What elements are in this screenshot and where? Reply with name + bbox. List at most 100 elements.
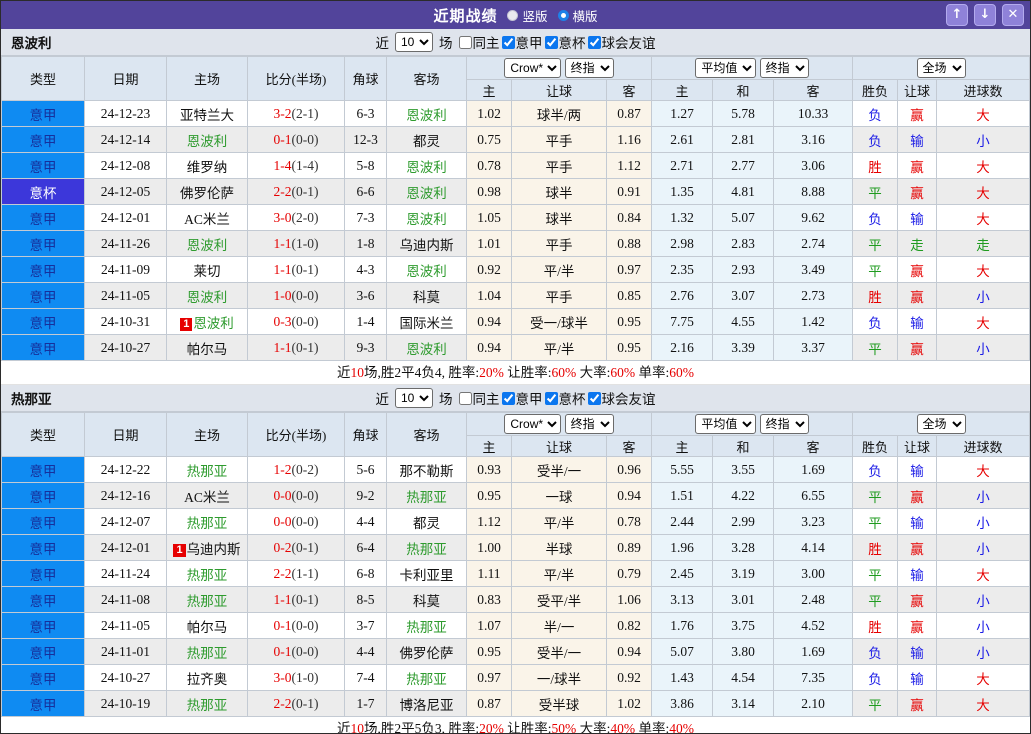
- rounds-select[interactable]: 10: [395, 32, 433, 52]
- sub-header-avg-home: 主: [651, 435, 713, 457]
- filter-checkbox-item[interactable]: 球会友谊: [587, 32, 656, 52]
- view-option-label: 横版: [572, 9, 598, 24]
- cell-competition: 意甲: [1, 586, 85, 613]
- cell-odds-home: 0.78: [466, 152, 512, 179]
- cell-odds-handicap: 平手: [511, 282, 607, 309]
- cell-result-goals: 小: [936, 334, 1030, 361]
- move-down-button[interactable]: ↓: [974, 4, 996, 26]
- rounds-select[interactable]: 10: [395, 388, 433, 408]
- cell-odds-home: 1.02: [466, 100, 512, 127]
- radio-unselected-icon[interactable]: [507, 9, 519, 21]
- filter-checkbox[interactable]: [458, 391, 472, 405]
- filter-checkbox-item[interactable]: 意杯: [544, 32, 586, 52]
- filter-checkbox-item[interactable]: 意甲: [501, 32, 543, 52]
- team-name-text: 热那亚: [186, 515, 228, 531]
- cell-result-goals: 大: [936, 308, 1030, 335]
- filter-bar: 近 10 场 同主 意甲 意杯 球会友谊: [376, 388, 656, 408]
- cell-score: 2-2(1-1): [247, 560, 345, 587]
- team-name-text: 热那亚: [186, 593, 228, 609]
- cell-away-team: 恩波利: [386, 152, 467, 179]
- filter-checkbox-item[interactable]: 同主: [458, 32, 500, 52]
- cell-competition: 意甲: [1, 256, 85, 283]
- average-select[interactable]: 平均值: [695, 414, 757, 434]
- filter-checkbox[interactable]: [501, 391, 515, 405]
- cell-odds-handicap: 球半: [511, 178, 607, 205]
- team-name-text: 热那亚: [406, 671, 447, 687]
- filter-checkbox[interactable]: [501, 35, 515, 49]
- cell-date: 24-11-01: [84, 638, 167, 665]
- filter-checkbox[interactable]: [458, 35, 472, 49]
- cell-home-team: 维罗纳: [166, 152, 248, 179]
- cell-corners: 9-3: [344, 334, 387, 361]
- sub-header-handicap-result: 让球: [897, 79, 938, 101]
- filter-checkbox-item[interactable]: 意杯: [544, 388, 586, 408]
- summary-segment: 20%: [479, 365, 504, 380]
- cell-odds-handicap: 平/半: [511, 560, 607, 587]
- cell-result-handicap: 赢: [897, 282, 938, 309]
- cell-date: 24-10-27: [84, 664, 167, 691]
- final-index-select[interactable]: 终指: [564, 414, 614, 434]
- filter-checkbox[interactable]: [587, 391, 601, 405]
- team-name-text: 都灵: [413, 133, 440, 149]
- matches-table: 类型 日期 主场 比分(半场) 角球 客场 Crow* 终指 平均值 终指 全场…: [1, 412, 1030, 717]
- cell-odds-handicap: 一/球半: [511, 664, 607, 691]
- average-select[interactable]: 平均值: [695, 58, 757, 78]
- cell-competition: 意甲: [1, 508, 85, 535]
- cell-result-handicap: 赢: [897, 100, 938, 127]
- summary-segment: 60%: [610, 365, 636, 380]
- team-section: 恩波利 近 10 场 同主 意甲 意杯 球会友谊 类型 日期 主场 比分(半场)…: [1, 29, 1030, 385]
- cell-odds-home: 0.93: [466, 456, 512, 483]
- team-name-text: 恩波利: [406, 107, 447, 123]
- cell-result-outcome: 平: [852, 560, 899, 587]
- filter-checkbox-item[interactable]: 球会友谊: [587, 388, 656, 408]
- bookmaker-select[interactable]: Crow*: [504, 58, 562, 78]
- cell-competition: 意甲: [1, 482, 85, 509]
- cell-score: 3-0(1-0): [247, 664, 345, 691]
- cell-avg-draw: 5.07: [712, 204, 774, 231]
- cell-corners: 8-5: [344, 586, 387, 613]
- cell-avg-away: 10.33: [772, 100, 854, 127]
- cell-home-team: 恩波利: [166, 126, 248, 153]
- final-index-select[interactable]: 终指: [564, 58, 614, 78]
- cell-avg-draw: 4.81: [712, 178, 774, 205]
- summary-segment: 20%: [479, 721, 504, 734]
- bookmaker-select[interactable]: Crow*: [504, 414, 562, 434]
- filter-checkbox-item[interactable]: 同主: [458, 388, 500, 408]
- view-option-horizontal[interactable]: 横版: [557, 6, 598, 25]
- cell-competition: 意甲: [1, 690, 85, 717]
- cell-result-goals: 大: [936, 204, 1030, 231]
- sub-header-outcome: 胜负: [852, 435, 899, 457]
- filter-checkbox-item[interactable]: 意甲: [501, 388, 543, 408]
- cell-avg-away: 2.48: [772, 586, 854, 613]
- cell-avg-home: 3.13: [651, 586, 713, 613]
- sub-header-avg-draw: 和: [712, 435, 774, 457]
- cell-avg-home: 1.32: [651, 204, 713, 231]
- full-match-select[interactable]: 全场: [916, 414, 966, 434]
- team-name-text: 帕尔马: [186, 619, 228, 635]
- table-row: 意杯 24-12-05 佛罗伦萨 2-2(0-1) 6-6 恩波利 0.98 球半 0.91 1.…: [1, 178, 1030, 205]
- cell-home-team: 恩波利: [166, 282, 248, 309]
- cell-result-handicap: 输: [897, 508, 938, 535]
- fulltime-score: 0-3: [273, 313, 292, 329]
- cell-away-team: 恩波利: [386, 334, 467, 361]
- table-row: 意甲 24-12-01 1 乌迪内斯 0-2(0-1) 6-4 热那亚 1.00 半球 0.89 1…: [1, 534, 1030, 561]
- fulltime-score: 0-2: [273, 539, 292, 555]
- cell-date: 24-11-26: [84, 230, 167, 257]
- recent-results-window: 近期战绩 竖版 横版 ↑ ↓ ✕ 恩波利 近 10 场 同主 意甲 意杯 球会友…: [0, 0, 1031, 734]
- filter-checkbox[interactable]: [544, 391, 558, 405]
- final-index-select[interactable]: 终指: [759, 58, 809, 78]
- view-option-vertical[interactable]: 竖版: [507, 6, 548, 25]
- radio-selected-icon[interactable]: [557, 9, 569, 21]
- cell-score: 1-1(1-0): [247, 230, 345, 257]
- filter-checkbox[interactable]: [587, 35, 601, 49]
- cell-score: 1-1(0-1): [247, 586, 345, 613]
- summary-segment: 60%: [669, 365, 695, 380]
- full-match-select[interactable]: 全场: [916, 58, 966, 78]
- cell-odds-away: 0.95: [606, 308, 652, 335]
- cell-date: 24-10-27: [84, 334, 167, 361]
- close-button[interactable]: ✕: [1002, 4, 1024, 26]
- final-index-select[interactable]: 终指: [759, 414, 809, 434]
- filter-checkbox[interactable]: [544, 35, 558, 49]
- move-up-button[interactable]: ↑: [946, 4, 968, 26]
- col-header-away: 客场: [386, 412, 467, 457]
